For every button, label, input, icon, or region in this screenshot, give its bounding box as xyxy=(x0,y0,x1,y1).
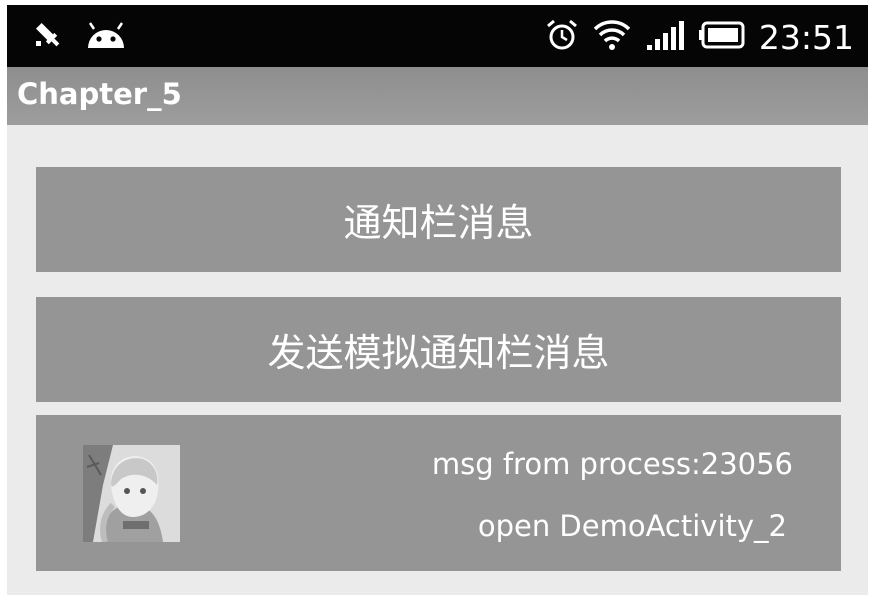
send-simulated-notification-button[interactable]: 发送模拟通知栏消息 xyxy=(36,297,841,402)
app-title: Chapter_5 xyxy=(17,77,182,111)
signal-icon xyxy=(645,19,685,55)
usb-debug-icon xyxy=(33,20,63,54)
action-bar: Chapter_5 xyxy=(7,67,868,125)
phone-screen: 23:51 Chapter_5 通知栏消息 发送模拟通知栏消息 msg from… xyxy=(7,5,868,595)
notification-action-text: open DemoActivity_2 xyxy=(477,509,787,543)
battery-icon xyxy=(698,21,745,53)
android-icon xyxy=(85,20,127,54)
status-bar-right-icons: 23:51 xyxy=(545,15,854,59)
notification-message-button[interactable]: 通知栏消息 xyxy=(36,167,841,272)
alarm-icon xyxy=(545,18,579,56)
notification-message: msg from process:23056 xyxy=(431,447,793,481)
notification-image xyxy=(83,445,180,542)
status-bar-left-icons xyxy=(33,19,127,55)
status-clock: 23:51 xyxy=(758,17,854,57)
custom-notification-view[interactable]: msg from process:23056 open DemoActivity… xyxy=(36,415,841,571)
wifi-icon xyxy=(593,19,631,55)
status-bar: 23:51 xyxy=(7,5,868,67)
